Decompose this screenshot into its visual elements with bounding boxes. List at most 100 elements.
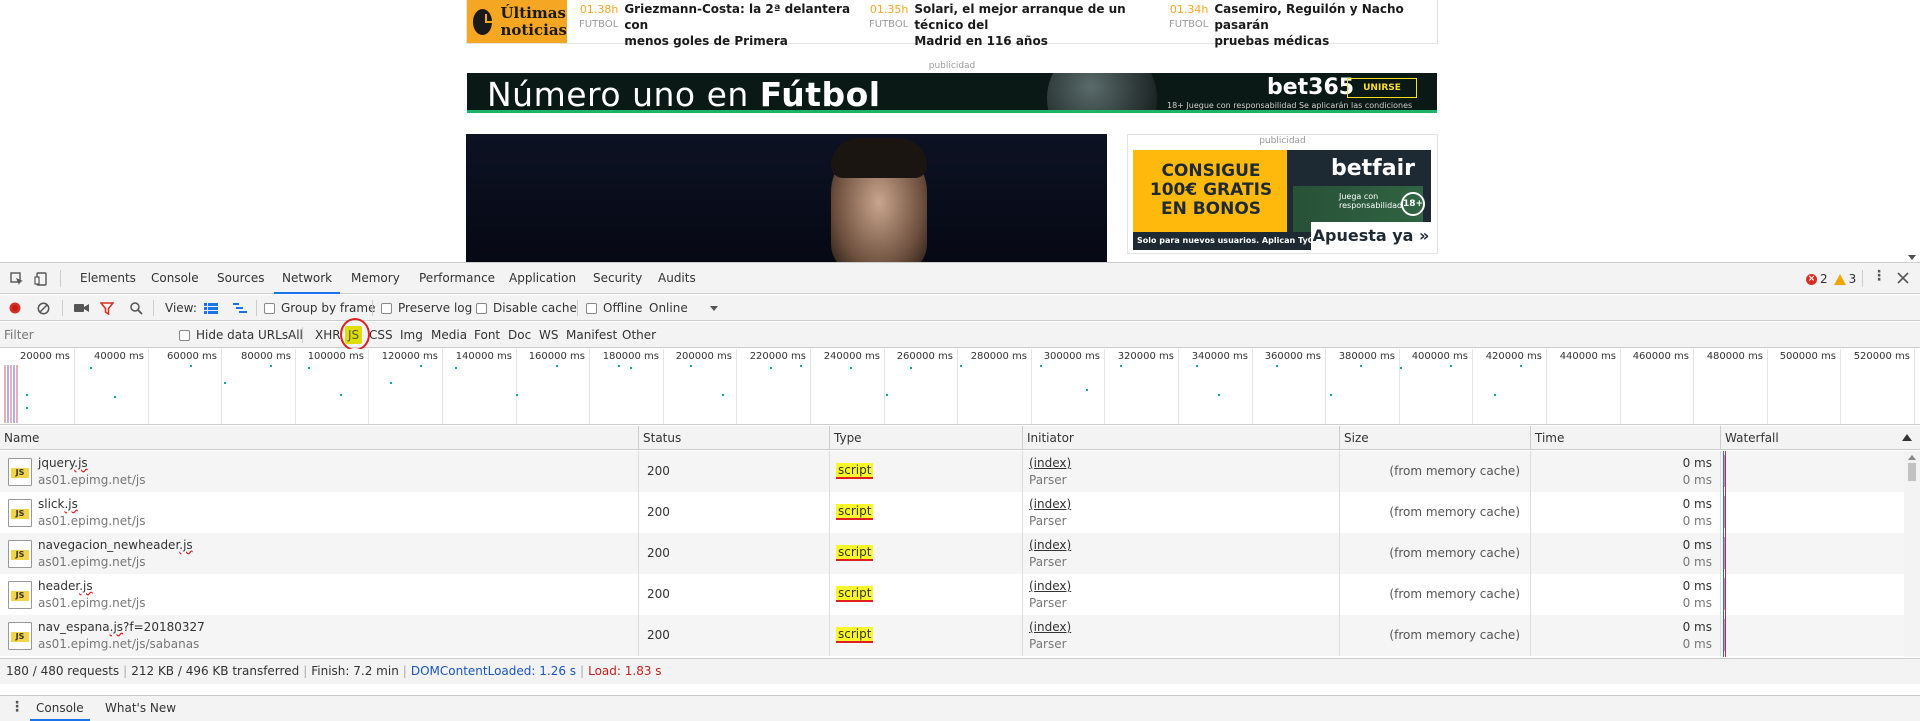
group-by-frame-checkbox[interactable]: Group by frame	[264, 295, 375, 321]
request-name[interactable]: header.js	[38, 579, 93, 593]
drawer-tab-console[interactable]: Console	[30, 696, 90, 721]
initiator-link[interactable]: (index)	[1029, 456, 1071, 470]
capture-screenshots-icon[interactable]	[74, 303, 89, 313]
tab-audits[interactable]: Audits	[650, 263, 704, 294]
checkbox-icon[interactable]	[179, 329, 190, 341]
page-scrollbar[interactable]	[1903, 0, 1920, 262]
tab-security[interactable]: Security	[585, 263, 650, 294]
device-toolbar-icon[interactable]	[34, 272, 48, 286]
request-domain: as01.epimg.net/js	[38, 555, 146, 569]
join-button[interactable]: UNIRSE	[1347, 78, 1417, 98]
initiator-link[interactable]: (index)	[1029, 579, 1071, 593]
news-headline-line2[interactable]: Madrid en 116 años	[914, 33, 1169, 49]
offline-checkbox[interactable]: Offline	[586, 295, 642, 321]
tab-network[interactable]: Network	[274, 263, 341, 294]
overview-request-dot	[1400, 367, 1402, 369]
filter-type-css[interactable]: CSS	[369, 322, 393, 348]
latest-news-badge[interactable]: Últimas noticias	[467, 0, 567, 43]
scroll-up-icon[interactable]	[1908, 455, 1916, 460]
table-row[interactable]: JS jquery.js as01.epimg.net/js 200 script (…	[0, 451, 1920, 492]
request-name[interactable]: jquery.js	[38, 456, 88, 470]
initiator-link[interactable]: (index)	[1029, 620, 1071, 634]
waterfall-overview-icon[interactable]	[233, 303, 247, 314]
tab-sources[interactable]: Sources	[209, 263, 272, 294]
filter-type-ws[interactable]: WS	[539, 322, 558, 348]
filter-input[interactable]	[4, 325, 164, 345]
news-item[interactable]: 01.38h FUTBOL Griezmann-Costa: la 2ª dela…	[579, 0, 869, 48]
tab-console[interactable]: Console	[143, 263, 207, 294]
news-item[interactable]: 01.35h FUTBOL Solari, el mejor arranque d…	[869, 0, 1169, 48]
scrollbar-thumb[interactable]	[1908, 463, 1916, 481]
table-cell: 200	[638, 492, 829, 533]
request-time: 0 ms	[1682, 497, 1712, 511]
column-time[interactable]: Time	[1530, 426, 1720, 450]
filter-type-font[interactable]: Font	[474, 322, 500, 348]
issues-counter[interactable]: × 2 3	[1806, 272, 1856, 286]
checkbox-icon[interactable]	[586, 302, 597, 314]
close-devtools-icon[interactable]	[1897, 272, 1909, 284]
filter-type-img[interactable]: Img	[400, 322, 423, 348]
news-headline-line1[interactable]: Griezmann-Costa: la 2ª delantera con	[624, 1, 869, 33]
chevron-down-icon[interactable]	[710, 306, 718, 311]
tab-application[interactable]: Application	[501, 263, 584, 294]
hero-photo[interactable]	[466, 134, 1107, 262]
news-headline-line2[interactable]: menos goles de Primera	[624, 33, 869, 49]
clear-icon[interactable]	[37, 302, 50, 315]
request-name[interactable]: nav_espana.js?f=20180327	[38, 620, 205, 634]
column-status[interactable]: Status	[638, 426, 829, 450]
latest-news-strip: Últimas noticias 01.38h FUTBOL Griezmann-…	[466, 0, 1439, 48]
column-waterfall[interactable]: Waterfall	[1720, 426, 1920, 450]
column-initiator[interactable]: Initiator	[1022, 426, 1339, 450]
overview-grid-line	[1472, 349, 1473, 424]
news-headline-line1[interactable]: Casemiro, Reguilón y Nacho pasarán	[1214, 1, 1439, 33]
news-item[interactable]: 01.34h FUTBOL Casemiro, Reguilón y Nacho …	[1169, 0, 1439, 48]
bet365-banner-ad[interactable]: Número uno en Fútbol bet365 UNIRSE 18+ J…	[467, 73, 1437, 113]
more-options-icon[interactable]: ⋮	[1872, 268, 1886, 284]
filter-type-xhr[interactable]: XHR	[315, 322, 341, 348]
large-rows-icon[interactable]	[204, 303, 218, 314]
record-icon[interactable]	[9, 302, 21, 314]
network-overview-timeline[interactable]: 20000 ms 40000 ms 60000 ms 80000 ms 100000 m…	[0, 349, 1920, 425]
initiator-link[interactable]: (index)	[1029, 497, 1071, 511]
js-file-icon-label: JS	[11, 509, 29, 519]
drawer-menu-icon[interactable]: ⋮	[10, 699, 24, 715]
drawer-tab-whats-new[interactable]: What's New	[99, 696, 182, 721]
tab-performance[interactable]: Performance	[411, 263, 503, 294]
filter-icon[interactable]	[100, 302, 114, 315]
initiator-link[interactable]: (index)	[1029, 538, 1071, 552]
checkbox-icon[interactable]	[264, 302, 275, 314]
filter-type-manifest[interactable]: Manifest	[566, 322, 617, 348]
filter-type-all[interactable]: All	[288, 322, 303, 348]
news-headline-line1[interactable]: Solari, el mejor arranque de un técnico …	[914, 1, 1169, 33]
overview-initial-bars	[4, 365, 18, 423]
overview-request-dot	[308, 367, 310, 369]
scroll-down-icon[interactable]	[1908, 255, 1916, 260]
filter-type-doc[interactable]: Doc	[508, 322, 531, 348]
column-type[interactable]: Type	[829, 426, 1022, 450]
filter-type-other[interactable]: Other	[622, 322, 656, 348]
checkbox-icon[interactable]	[381, 302, 392, 314]
hide-data-urls-checkbox[interactable]: Hide data URLs	[179, 322, 288, 348]
table-row[interactable]: JS nav_espana.js?f=20180327 as01.epimg.n…	[0, 615, 1920, 656]
table-row[interactable]: JS navegacion_newheader.js as01.epimg.ne…	[0, 533, 1920, 574]
table-row[interactable]: JS slick.js as01.epimg.net/js 200 script (i…	[0, 492, 1920, 533]
tab-elements[interactable]: Elements	[72, 263, 144, 294]
table-row[interactable]: JS header.js as01.epimg.net/js 200 script (…	[0, 574, 1920, 615]
apuesta-ya-button[interactable]: Apuesta ya »	[1311, 222, 1431, 250]
sort-ascending-icon[interactable]	[1902, 434, 1912, 441]
checkbox-icon[interactable]	[476, 302, 487, 314]
disable-cache-checkbox[interactable]: Disable cache	[476, 295, 577, 321]
filter-type-media[interactable]: Media	[431, 322, 467, 348]
request-name[interactable]: slick.js	[38, 497, 78, 511]
column-name[interactable]: Name	[0, 426, 638, 450]
table-scrollbar[interactable]	[1904, 451, 1920, 657]
betfair-ad[interactable]: CONSIGUE 100€ GRATIS EN BONOS betfair Ju…	[1133, 150, 1431, 250]
request-name[interactable]: navegacion_newheader.js	[38, 538, 193, 552]
tab-memory[interactable]: Memory	[343, 263, 408, 294]
search-icon[interactable]	[130, 302, 143, 315]
column-size[interactable]: Size	[1339, 426, 1530, 450]
inspect-element-icon[interactable]	[10, 272, 24, 286]
throttling-select[interactable]: Online	[649, 295, 688, 321]
preserve-log-checkbox[interactable]: Preserve log	[381, 295, 472, 321]
news-headline-line2[interactable]: pruebas médicas	[1214, 33, 1439, 49]
